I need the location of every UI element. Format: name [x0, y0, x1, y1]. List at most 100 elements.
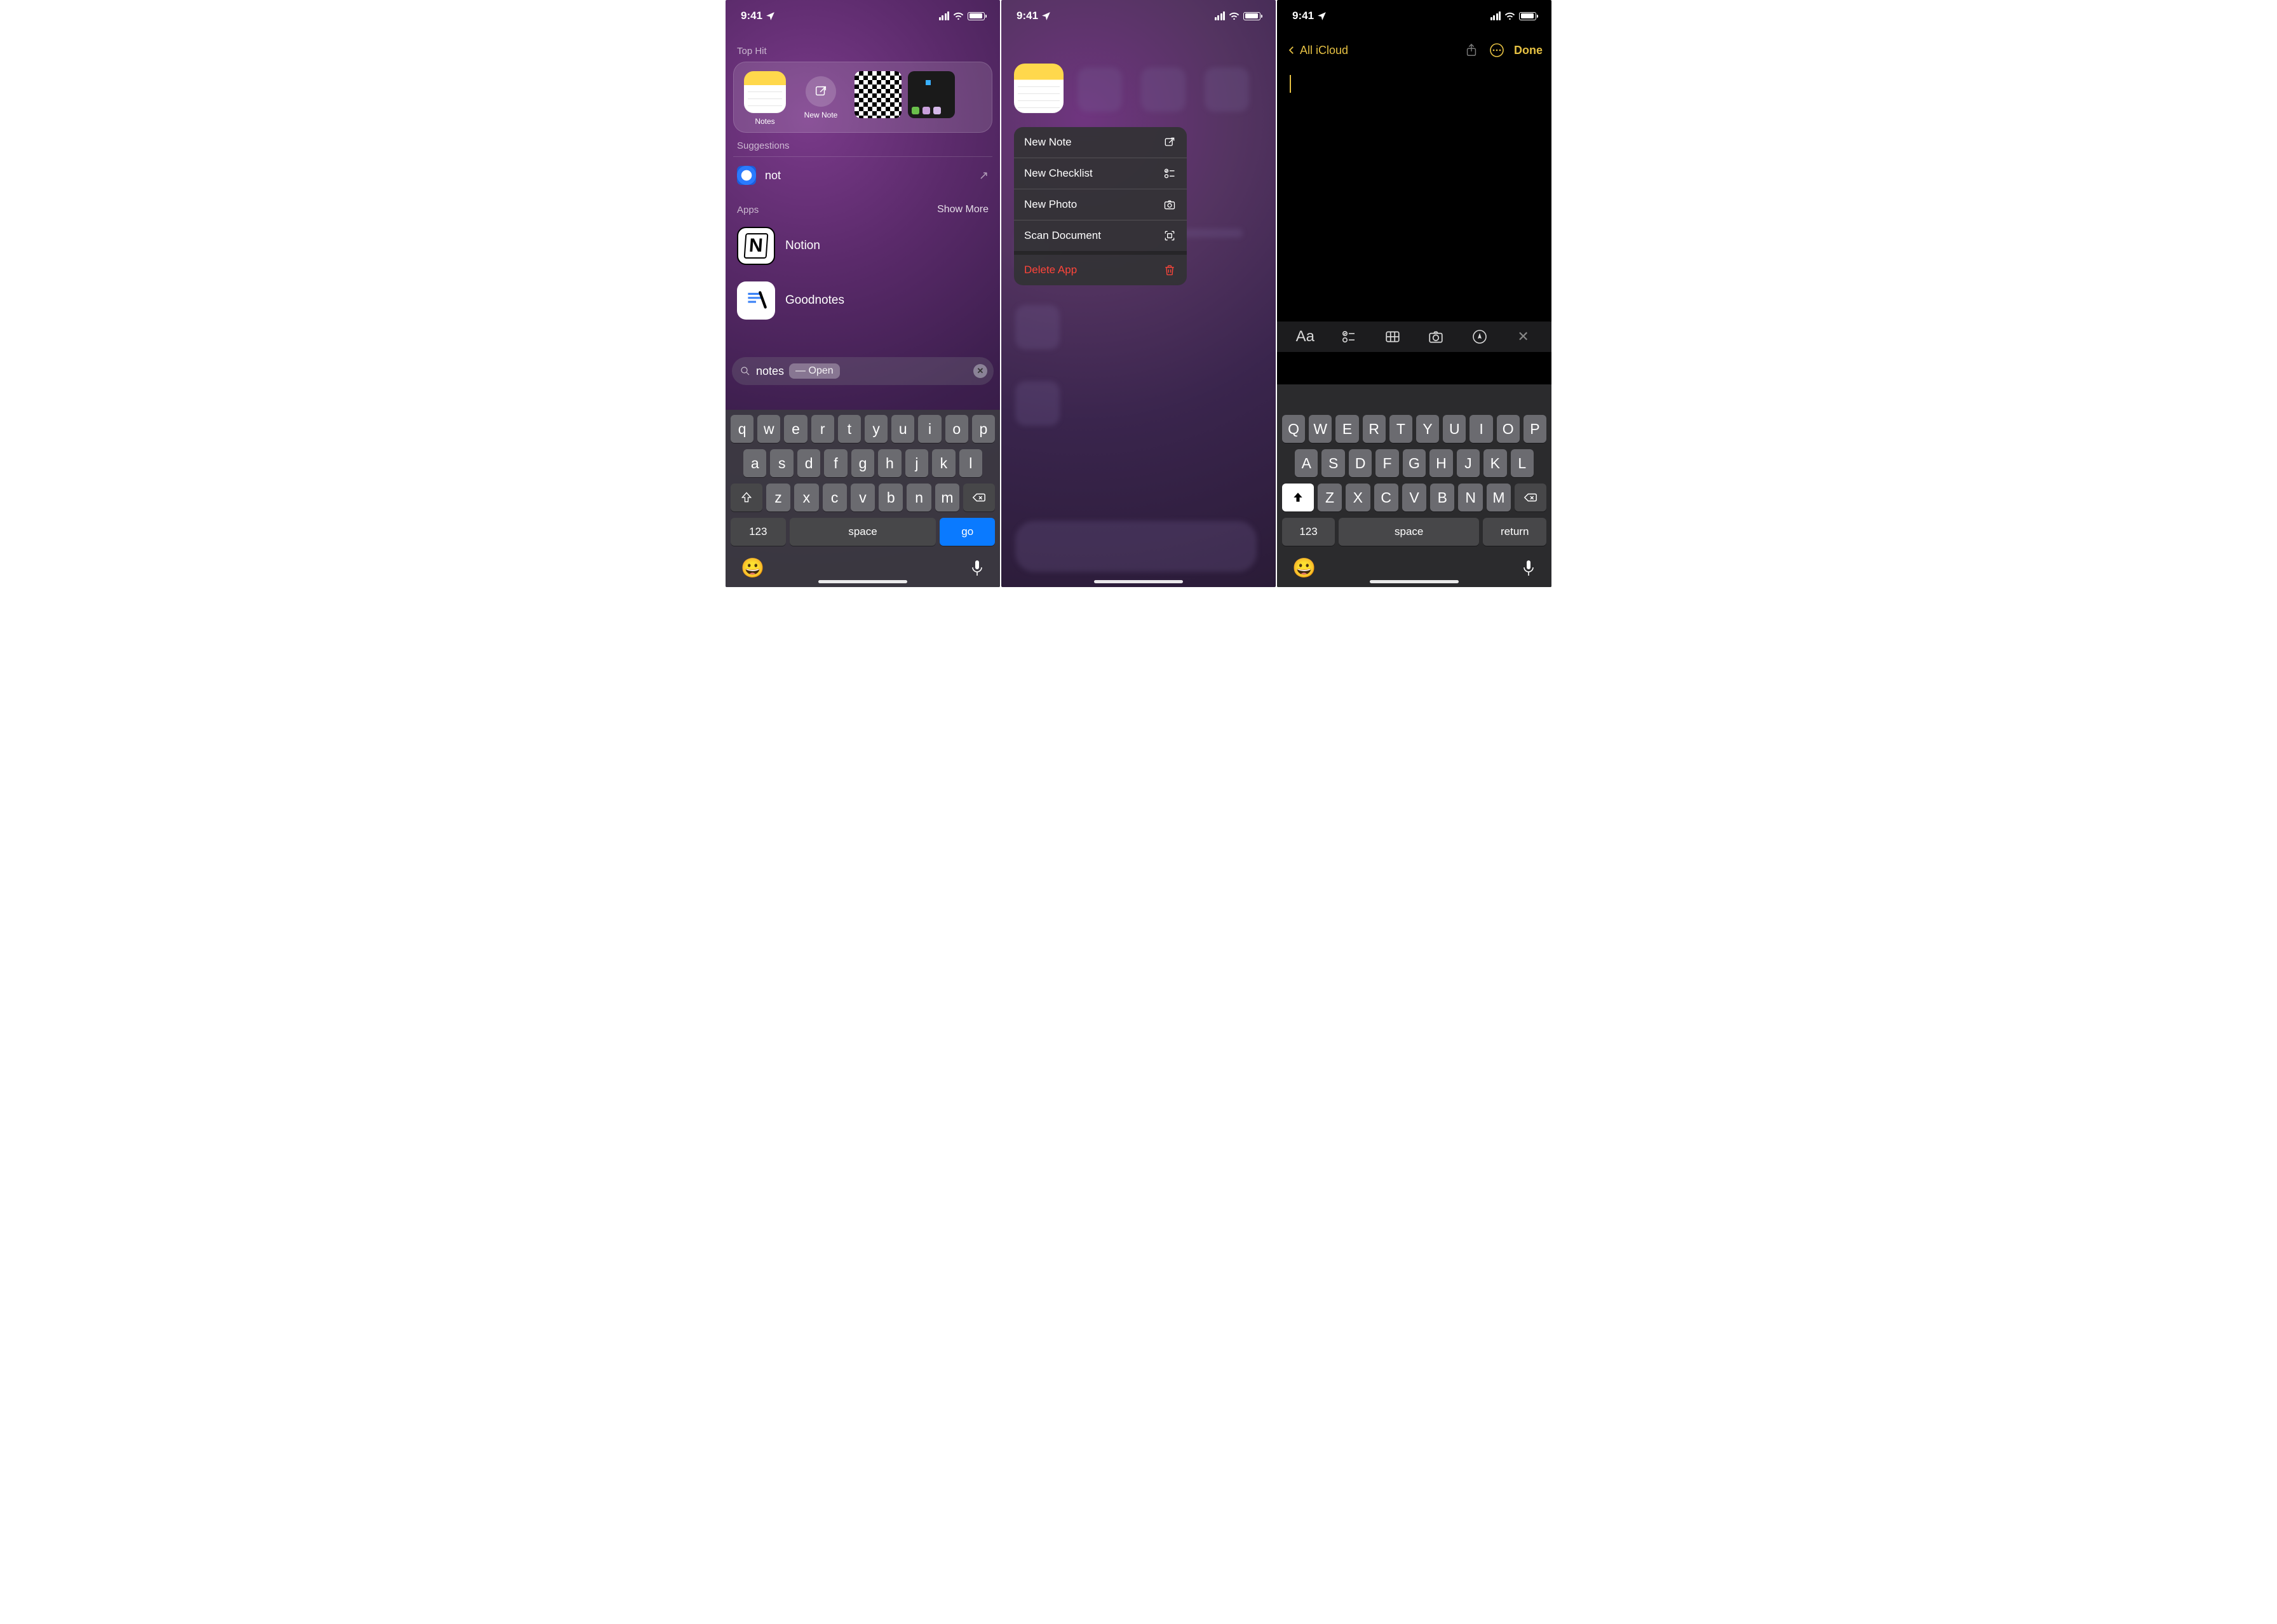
emoji-key[interactable]: 😀 [1292, 557, 1316, 579]
menu-new-checklist[interactable]: New Checklist [1014, 158, 1187, 189]
key-h[interactable]: h [878, 449, 901, 477]
key-Q[interactable]: Q [1282, 415, 1305, 443]
numbers-key[interactable]: 123 [1282, 518, 1335, 546]
spotlight-search-bar[interactable]: notes — Open ✕ [732, 357, 994, 385]
key-r[interactable]: r [811, 415, 834, 443]
suggestion-strip[interactable] [1280, 387, 1549, 415]
key-V[interactable]: V [1402, 484, 1426, 511]
key-g[interactable]: g [851, 449, 874, 477]
key-O[interactable]: O [1497, 415, 1520, 443]
backspace-key[interactable] [963, 484, 995, 511]
key-H[interactable]: H [1429, 449, 1452, 477]
key-s[interactable]: s [770, 449, 793, 477]
status-time-text: 9:41 [1292, 10, 1314, 22]
markup-button[interactable] [1467, 324, 1492, 349]
checklist-button[interactable] [1336, 324, 1361, 349]
key-D[interactable]: D [1349, 449, 1372, 477]
key-z[interactable]: z [766, 484, 790, 511]
key-e[interactable]: e [784, 415, 807, 443]
key-N[interactable]: N [1458, 484, 1482, 511]
key-y[interactable]: y [865, 415, 888, 443]
key-w[interactable]: w [757, 415, 780, 443]
home-indicator[interactable] [818, 580, 907, 583]
key-M[interactable]: M [1487, 484, 1511, 511]
key-L[interactable]: L [1511, 449, 1534, 477]
key-U[interactable]: U [1443, 415, 1466, 443]
home-indicator[interactable] [1370, 580, 1459, 583]
key-d[interactable]: d [797, 449, 820, 477]
done-button[interactable]: Done [1514, 44, 1543, 57]
key-i[interactable]: i [918, 415, 941, 443]
key-T[interactable]: T [1389, 415, 1412, 443]
app-row-notion[interactable]: N Notion [726, 222, 1000, 276]
key-Z[interactable]: Z [1318, 484, 1342, 511]
key-j[interactable]: j [905, 449, 928, 477]
dictation-key[interactable] [1521, 559, 1536, 578]
key-E[interactable]: E [1335, 415, 1358, 443]
table-button[interactable] [1380, 324, 1405, 349]
key-J[interactable]: J [1457, 449, 1480, 477]
shift-key[interactable] [731, 484, 762, 511]
key-l[interactable]: l [959, 449, 982, 477]
space-key[interactable]: space [1339, 518, 1479, 546]
key-R[interactable]: R [1363, 415, 1386, 443]
back-button[interactable]: All iCloud [1286, 44, 1348, 57]
key-n[interactable]: n [907, 484, 931, 511]
key-x[interactable]: x [794, 484, 818, 511]
close-toolbar-button[interactable]: ✕ [1511, 324, 1536, 349]
share-button[interactable] [1463, 42, 1480, 58]
more-button[interactable] [1489, 42, 1505, 58]
backspace-key[interactable] [1515, 484, 1546, 511]
emoji-key[interactable]: 😀 [741, 557, 764, 579]
key-t[interactable]: t [838, 415, 861, 443]
show-more-button[interactable]: Show More [937, 204, 989, 215]
key-k[interactable]: k [932, 449, 955, 477]
key-A[interactable]: A [1295, 449, 1318, 477]
app-row-goodnotes[interactable]: Goodnotes [726, 276, 1000, 331]
clear-search-button[interactable]: ✕ [973, 364, 987, 378]
key-I[interactable]: I [1470, 415, 1492, 443]
key-C[interactable]: C [1374, 484, 1398, 511]
search-action-pill[interactable]: — Open [789, 363, 840, 379]
key-K[interactable]: K [1483, 449, 1506, 477]
battery-icon [1243, 12, 1260, 20]
key-v[interactable]: v [851, 484, 875, 511]
camera-button[interactable] [1423, 324, 1449, 349]
key-b[interactable]: b [879, 484, 903, 511]
key-o[interactable]: o [945, 415, 968, 443]
key-G[interactable]: G [1403, 449, 1426, 477]
menu-delete-app[interactable]: Delete App [1014, 251, 1187, 285]
key-f[interactable]: f [824, 449, 847, 477]
menu-new-note[interactable]: New Note [1014, 127, 1187, 158]
top-hit-new-note[interactable]: New Note [799, 71, 843, 119]
note-thumbnail[interactable] [908, 71, 955, 118]
key-p[interactable]: p [972, 415, 995, 443]
key-X[interactable]: X [1346, 484, 1370, 511]
shift-key[interactable] [1282, 484, 1314, 511]
numbers-key[interactable]: 123 [731, 518, 786, 546]
key-m[interactable]: m [935, 484, 959, 511]
dictation-key[interactable] [970, 559, 985, 578]
notes-app-icon-container[interactable] [1014, 64, 1064, 113]
key-F[interactable]: F [1375, 449, 1398, 477]
text-format-button[interactable]: Aa [1292, 324, 1318, 349]
key-W[interactable]: W [1309, 415, 1332, 443]
key-c[interactable]: c [823, 484, 847, 511]
home-indicator[interactable] [1094, 580, 1183, 583]
menu-new-photo[interactable]: New Photo [1014, 189, 1187, 220]
key-a[interactable]: a [743, 449, 766, 477]
key-B[interactable]: B [1430, 484, 1454, 511]
space-key[interactable]: space [790, 518, 936, 546]
return-key[interactable]: return [1483, 518, 1546, 546]
key-q[interactable]: q [731, 415, 753, 443]
key-Y[interactable]: Y [1416, 415, 1439, 443]
note-thumbnail[interactable] [855, 71, 902, 118]
top-hit-app[interactable]: Notes [743, 71, 787, 126]
menu-scan-document[interactable]: Scan Document [1014, 220, 1187, 251]
key-S[interactable]: S [1321, 449, 1344, 477]
note-body[interactable] [1277, 70, 1551, 321]
web-suggestion-row[interactable]: not ↗ [733, 156, 992, 194]
go-key[interactable]: go [940, 518, 995, 546]
key-u[interactable]: u [891, 415, 914, 443]
key-P[interactable]: P [1524, 415, 1546, 443]
